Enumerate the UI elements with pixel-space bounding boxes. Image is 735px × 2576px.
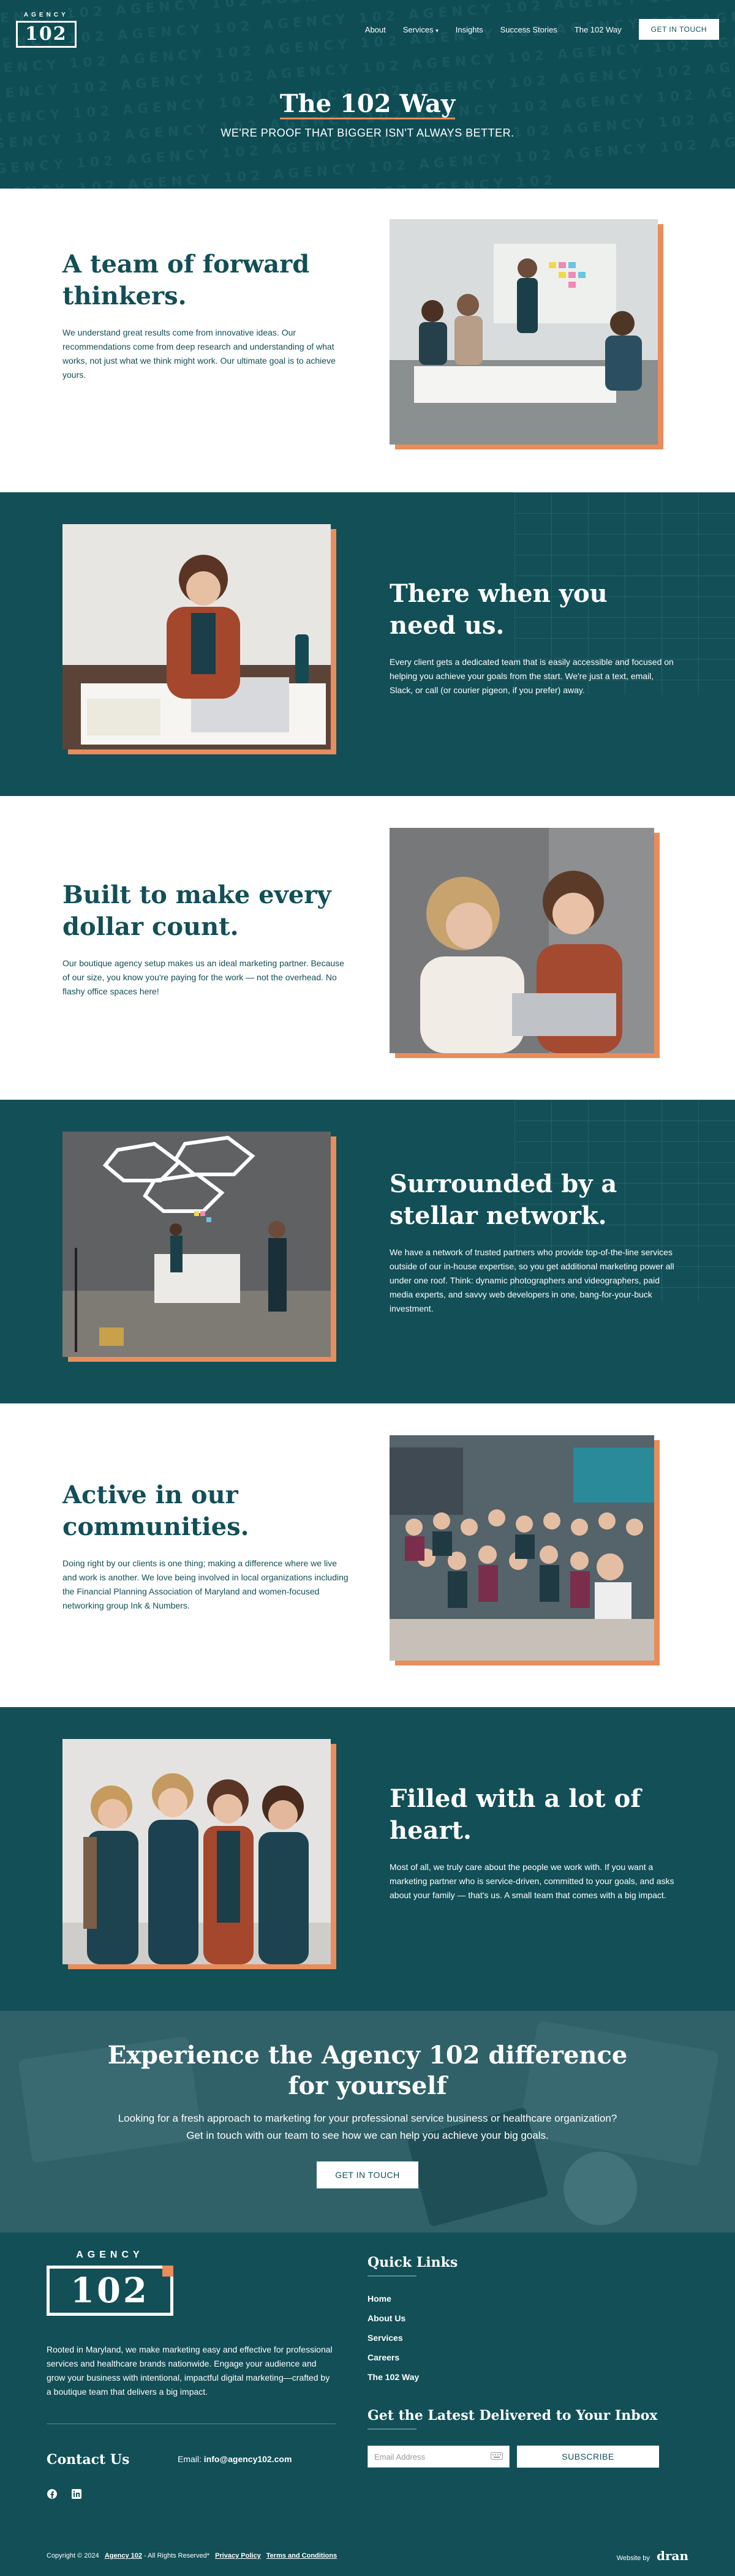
cta-text: Looking for a fresh approach to marketin… — [0, 2110, 735, 2144]
chevron-down-icon: ▾ — [435, 27, 439, 34]
newsletter-email-placeholder: Email Address — [374, 2452, 426, 2461]
logo-number: 102 — [16, 20, 77, 48]
site-footer: AGENCY 102 Rooted in Maryland, we make m… — [0, 2232, 735, 2576]
footer-link-about-us[interactable]: About Us — [368, 2313, 458, 2323]
footer-social-links — [47, 2488, 82, 2499]
logo-agency-text: AGENCY — [23, 11, 69, 18]
page-title: The 102 Way — [279, 89, 456, 119]
section-forward-thinkers: A team of forward thinkers. We understan… — [0, 189, 735, 492]
nav-item-services-label: Services — [402, 24, 434, 34]
nav-item-services[interactable]: Services ▾ — [403, 25, 439, 34]
section-text: There when you need us. Every client get… — [390, 578, 677, 697]
section-title: Active in our communities. — [62, 1481, 249, 1541]
footer-newsletter: Get the Latest Delivered to Your Inbox E… — [368, 2408, 659, 2468]
footer-link-home[interactable]: Home — [368, 2294, 458, 2304]
footer-contact-title: Contact Us — [47, 2452, 130, 2468]
footer-email-label: Email: — [178, 2454, 202, 2464]
nav-menu: About Services ▾ Insights Success Storie… — [365, 19, 719, 40]
section-every-dollar-count: Built to make every dollar count. Our bo… — [0, 796, 735, 1100]
footer-email-link[interactable]: info@agency102.com — [204, 2454, 292, 2464]
linkedin-icon[interactable] — [71, 2488, 82, 2499]
team-meeting-photo — [390, 219, 658, 445]
section-body: Every client gets a dedicated team that … — [390, 657, 674, 695]
get-in-touch-button[interactable]: GET IN TOUCH — [638, 19, 719, 40]
subscribe-button[interactable]: SUBSCRIBE — [517, 2446, 659, 2468]
woman-writing-photo — [62, 524, 331, 749]
main-nav: AGENCY 102 About Services ▾ Insights Suc… — [0, 11, 735, 48]
cta-title: Experience the Agency 102 difference for… — [107, 2041, 628, 2100]
copyright: Copyright © 2024 Agency 102 - All Rights… — [47, 2552, 337, 2559]
section-body: We have a network of trusted partners wh… — [390, 1247, 674, 1313]
cta-banner: Experience the Agency 102 difference for… — [0, 2011, 735, 2232]
quick-links-title: Quick Links — [368, 2255, 458, 2270]
cta-line-1: Looking for a fresh approach to marketin… — [118, 2112, 617, 2124]
section-active-communities: Active in our communities. Doing right b… — [0, 1403, 735, 1707]
section-text: Built to make every dollar count. Our bo… — [62, 879, 350, 999]
section-title: A team of forward thinkers. — [62, 250, 310, 310]
terms-link[interactable]: Terms and Conditions — [266, 2552, 337, 2559]
section-body: We understand great results come from in… — [62, 328, 336, 380]
two-women-laptop-photo — [390, 828, 654, 1053]
section-text: Filled with a lot of heart. Most of all,… — [390, 1783, 677, 1902]
section-body: Doing right by our clients is one thing;… — [62, 1558, 349, 1610]
footer-bottom-bar: Copyright © 2024 Agency 102 - All Rights… — [47, 2548, 688, 2563]
dran-logo[interactable]: dran — [657, 2548, 688, 2563]
cta-line-2: Get in touch with our team to see how we… — [186, 2130, 549, 2141]
section-body: Our boutique agency setup makes us an id… — [62, 958, 344, 996]
footer-link-services[interactable]: Services — [368, 2333, 458, 2343]
section-title: Surrounded by a stellar network. — [390, 1170, 617, 1230]
nav-item-102-way[interactable]: The 102 Way — [575, 25, 622, 34]
website-by-text: Website by — [616, 2555, 650, 2562]
rights-text: - All Rights Reserved* — [144, 2552, 210, 2559]
community-group-photo — [390, 1435, 654, 1661]
facebook-icon[interactable] — [47, 2488, 58, 2499]
website-credit: Website by dran — [617, 2548, 688, 2563]
section-text: A team of forward thinkers. We understan… — [62, 249, 350, 382]
section-stellar-network: Surrounded by a stellar network. We have… — [0, 1100, 735, 1403]
newsletter-underline — [368, 2428, 417, 2430]
team-portrait-photo — [62, 1739, 331, 1964]
footer-quick-links: Quick Links Home About Us Services Caree… — [368, 2255, 458, 2392]
section-there-when-you-need-us: There when you need us. Every client get… — [0, 492, 735, 796]
nav-item-success-stories[interactable]: Success Stories — [500, 25, 557, 34]
quick-links-underline — [368, 2275, 417, 2277]
footer-link-careers[interactable]: Careers — [368, 2353, 458, 2362]
footer-logo-agency-text: AGENCY — [76, 2250, 144, 2260]
newsletter-email-input[interactable]: Email Address — [368, 2446, 510, 2468]
copyright-text: Copyright © 2024 — [47, 2552, 99, 2559]
section-title: Built to make every dollar count. — [62, 881, 331, 941]
footer-logo-number: 102 — [47, 2266, 173, 2316]
section-body: Most of all, we truly care about the peo… — [390, 1862, 674, 1900]
footer-link-102-way[interactable]: The 102 Way — [368, 2372, 458, 2382]
footer-about-text: Rooted in Maryland, we make marketing ea… — [47, 2345, 333, 2397]
privacy-policy-link[interactable]: Privacy Policy — [215, 2552, 261, 2559]
footer-email: Email: info@agency102.com — [178, 2454, 292, 2464]
newsletter-form: Email Address SUBSCRIBE — [368, 2446, 659, 2468]
section-lot-of-heart: Filled with a lot of heart. Most of all,… — [0, 1707, 735, 2011]
newsletter-title: Get the Latest Delivered to Your Inbox — [368, 2408, 658, 2424]
section-title: Filled with a lot of heart. — [390, 1784, 641, 1845]
cta-get-in-touch-button[interactable]: GET IN TOUCH — [317, 2161, 418, 2188]
nav-item-about[interactable]: About — [365, 25, 386, 34]
footer-logo[interactable]: AGENCY 102 — [47, 2250, 173, 2316]
site-logo[interactable]: AGENCY 102 — [16, 12, 77, 48]
section-text: Active in our communities. Doing right b… — [62, 1479, 350, 1613]
section-text: Surrounded by a stellar network. We have… — [390, 1168, 677, 1316]
section-title: There when you need us. — [390, 579, 608, 640]
keyboard-icon — [491, 2452, 503, 2461]
copyright-brand-link[interactable]: Agency 102 — [105, 2552, 142, 2559]
nav-item-insights[interactable]: Insights — [456, 25, 483, 34]
page-subtitle: WE'RE PROOF THAT BIGGER ISN'T ALWAYS BET… — [221, 127, 514, 139]
hero-banner: 102 AGENCY 102 AGENCY 102 AGENCY 102 AGE… — [0, 0, 735, 189]
hero-heading-group: The 102 Way WE'RE PROOF THAT BIGGER ISN'… — [0, 91, 735, 140]
photoshoot-studio-photo — [62, 1132, 331, 1357]
